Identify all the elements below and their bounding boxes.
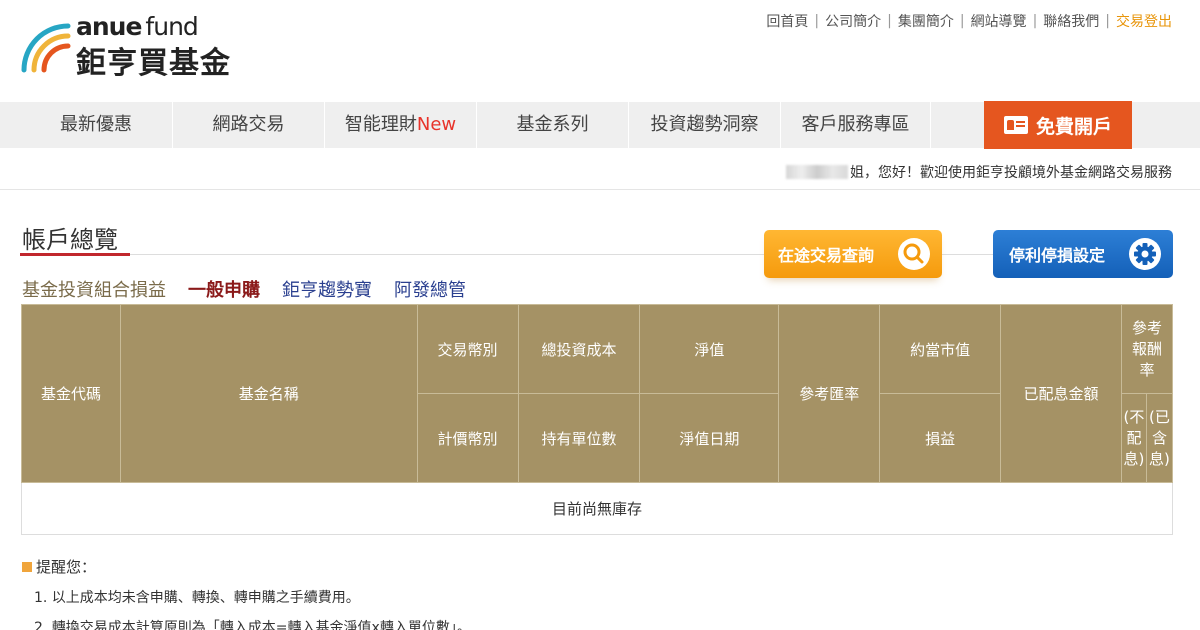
stop-setting-button[interactable]: 停利停損設定 bbox=[993, 230, 1173, 278]
link-group[interactable]: 集團簡介 bbox=[898, 11, 954, 31]
reminder-notes: 提醒您： 1. 以上成本均未含申購、轉換、轉申購之手續費用。 2. 轉換交易成本… bbox=[22, 556, 471, 630]
col-cost: 總投資成本 bbox=[517, 304, 641, 394]
stop-setting-label: 停利停損設定 bbox=[1009, 246, 1106, 265]
reminder-heading: 提醒您： bbox=[22, 556, 471, 577]
logo-arc-icon bbox=[21, 23, 71, 73]
logo-text-en: anue fund bbox=[76, 12, 199, 41]
title-underline bbox=[20, 253, 130, 256]
nav-item-label: 智能理財 bbox=[344, 114, 417, 135]
welcome-message: 姐，您好！歡迎使用鉅亨投顧境外基金網路交易服務 bbox=[786, 162, 1172, 182]
divider: | bbox=[1105, 13, 1110, 29]
portfolio-tabs: 基金投資組合損益 一般申購 鉅亨趨勢寶 阿發總管 bbox=[22, 276, 466, 302]
tab-afa-manager[interactable]: 阿發總管 bbox=[394, 276, 466, 302]
holdings-table: 基金代碼 基金名稱 交易幣別 總投資成本 淨值 參考匯率 約當市值 已配息金額 … bbox=[21, 304, 1174, 535]
nav-item-robo-advisor[interactable]: 智能理財New bbox=[325, 102, 477, 148]
nav-item-fund-series[interactable]: 基金系列 bbox=[477, 102, 629, 148]
logo[interactable]: anue fund 鉅亨買基金 bbox=[20, 12, 260, 81]
link-logout[interactable]: 交易登出 bbox=[1116, 11, 1172, 31]
tab-general-subscription[interactable]: 一般申購 bbox=[188, 276, 260, 302]
id-card-icon bbox=[1003, 116, 1028, 134]
reminder-title: 提醒您： bbox=[36, 558, 97, 576]
tab-portfolio-pnl[interactable]: 基金投資組合損益 bbox=[22, 276, 166, 302]
col-dividend: 已配息金額 bbox=[1000, 304, 1122, 483]
divider: | bbox=[887, 13, 892, 29]
new-badge: New bbox=[416, 114, 457, 135]
nav-item-promotions[interactable]: 最新優惠 bbox=[20, 102, 173, 148]
transit-query-button[interactable]: 在途交易查詢 bbox=[764, 230, 942, 278]
divider: | bbox=[959, 13, 965, 29]
col-nav: 淨值 bbox=[639, 304, 780, 394]
bullet-square-icon bbox=[22, 561, 32, 572]
col-pricing-currency: 計價幣別 bbox=[416, 393, 519, 483]
reminder-item: 1. 以上成本均未含申購、轉換、轉申購之手續費用。 bbox=[34, 590, 360, 606]
welcome-text: 姐，您好！歡迎使用鉅亨投顧境外基金網路交易服務 bbox=[850, 165, 1172, 181]
col-return: 參考報酬率 bbox=[1120, 304, 1174, 394]
page-title: 帳戶總覽 bbox=[22, 226, 118, 254]
reminder-item: 2. 轉換交易成本計算原則為「轉入成本=轉入基金淨值x轉入單位數」。 bbox=[34, 620, 471, 630]
welcome-bar: 姐，您好！歡迎使用鉅亨投顧境外基金網路交易服務 bbox=[0, 150, 1200, 190]
col-fund-name: 基金名稱 bbox=[119, 304, 418, 483]
top-links: 回首頁 | 公司簡介 | 集團簡介 | 網站導覽 | 聯絡我們 | 交易登出 bbox=[766, 11, 1172, 31]
col-return-inc-div: (已含息) bbox=[1145, 393, 1174, 483]
divider: | bbox=[1032, 13, 1038, 29]
col-units: 持有單位數 bbox=[517, 393, 641, 483]
gear-icon bbox=[1129, 238, 1161, 270]
tab-trend-treasure[interactable]: 鉅亨趨勢寶 bbox=[282, 276, 372, 302]
link-home[interactable]: 回首頁 bbox=[766, 11, 808, 31]
col-return-ex-div: (不配息) bbox=[1120, 393, 1147, 483]
link-company[interactable]: 公司簡介 bbox=[825, 11, 881, 31]
nav-item-online-trading[interactable]: 網路交易 bbox=[173, 102, 325, 148]
nav-item-insights[interactable]: 投資趨勢洞察 bbox=[629, 102, 781, 148]
col-market-value: 約當市值 bbox=[879, 304, 1002, 394]
logo-text-zh: 鉅亨買基金 bbox=[76, 46, 231, 81]
col-nav-date: 淨值日期 bbox=[639, 393, 780, 483]
nav-item-customer-service[interactable]: 客戶服務專區 bbox=[781, 102, 931, 148]
empty-holdings-message: 目前尚無庫存 bbox=[21, 482, 1173, 535]
open-account-button[interactable]: 免費開戶 bbox=[984, 101, 1132, 149]
transit-query-label: 在途交易查詢 bbox=[778, 246, 875, 265]
link-sitemap[interactable]: 網站導覽 bbox=[971, 11, 1027, 31]
redacted-name bbox=[786, 165, 848, 179]
col-pnl: 損益 bbox=[879, 393, 1002, 483]
col-currency: 交易幣別 bbox=[416, 304, 519, 394]
link-contact[interactable]: 聯絡我們 bbox=[1043, 11, 1099, 31]
divider: | bbox=[814, 13, 820, 29]
search-icon bbox=[898, 238, 930, 270]
col-fund-code: 基金代碼 bbox=[21, 304, 121, 483]
open-account-label: 免費開戶 bbox=[1035, 115, 1112, 138]
col-fx: 參考匯率 bbox=[778, 304, 881, 483]
